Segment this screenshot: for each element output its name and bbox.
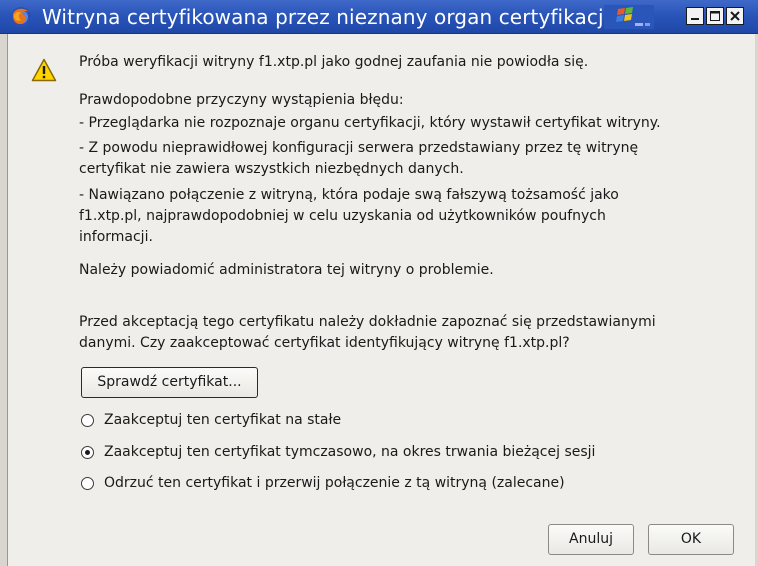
minimize-button[interactable] <box>686 7 704 25</box>
radio-accept-permanently[interactable]: Zaakceptuj ten certyfikat na stałe <box>81 410 681 430</box>
cause-2-line-2: certyfikat nie zawiera wszystkich niezbę… <box>79 161 464 177</box>
close-button[interactable] <box>726 7 744 25</box>
notify-text: Należy powiadomić administratora tej wit… <box>79 262 494 278</box>
radio-reject-certificate[interactable]: Odrzuć ten certyfikat i przerwij połącze… <box>81 473 701 493</box>
warning-triangle-icon <box>31 58 57 82</box>
intro-text: Próba weryfikacji witryny f1.xtp.pl jako… <box>79 54 589 70</box>
title-bar[interactable]: Witryna certyfikowana przez nieznany org… <box>0 0 758 34</box>
cause-1-text: - Przeglądarka nie rozpoznaje organu cer… <box>79 115 661 131</box>
cause-2-line-1: - Z powodu nieprawidłowej konfiguracji s… <box>79 140 639 156</box>
radio-selected-dot <box>85 450 90 455</box>
causes-heading: Prawdopodobne przyczyny wystąpienia błęd… <box>79 92 404 108</box>
maximize-icon <box>710 11 720 21</box>
cause-3-line-3: informacji. <box>79 229 153 245</box>
radio-label: Zaakceptuj ten certyfikat na stałe <box>104 412 342 428</box>
radio-button[interactable] <box>81 414 94 427</box>
maximize-button[interactable] <box>706 7 724 25</box>
question-line-1: Przed akceptacją tego certyfikatu należy… <box>79 314 656 330</box>
cancel-button[interactable]: Anuluj <box>548 524 634 555</box>
window-title: Witryna certyfikowana przez nieznany org… <box>42 5 610 29</box>
window-frame-left <box>0 34 8 566</box>
radio-button[interactable] <box>81 477 94 490</box>
cancel-label: Anuluj <box>569 531 613 547</box>
examine-certificate-button[interactable]: Sprawdź certyfikat... <box>81 367 258 398</box>
minimize-icon <box>691 18 699 20</box>
examine-certificate-label: Sprawdź certyfikat... <box>97 374 242 390</box>
ok-button[interactable]: OK <box>648 524 734 555</box>
firefox-icon <box>11 7 31 27</box>
cause-3-line-1: - Nawiązano połączenie z witryną, która … <box>79 187 619 203</box>
close-icon <box>730 11 740 21</box>
radio-label: Odrzuć ten certyfikat i przerwij połącze… <box>104 475 565 491</box>
xp-flag-logo <box>604 5 654 29</box>
cause-3-line-2: f1.xtp.pl, najprawdopodobniej w celu uzy… <box>79 208 606 224</box>
radio-accept-session[interactable]: Zaakceptuj ten certyfikat tymczasowo, na… <box>81 442 701 462</box>
question-line-2: danymi. Czy zaakceptować certyfikat iden… <box>79 335 570 351</box>
ok-label: OK <box>680 531 702 547</box>
radio-label: Zaakceptuj ten certyfikat tymczasowo, na… <box>104 444 596 460</box>
radio-button-selected[interactable] <box>81 446 94 459</box>
